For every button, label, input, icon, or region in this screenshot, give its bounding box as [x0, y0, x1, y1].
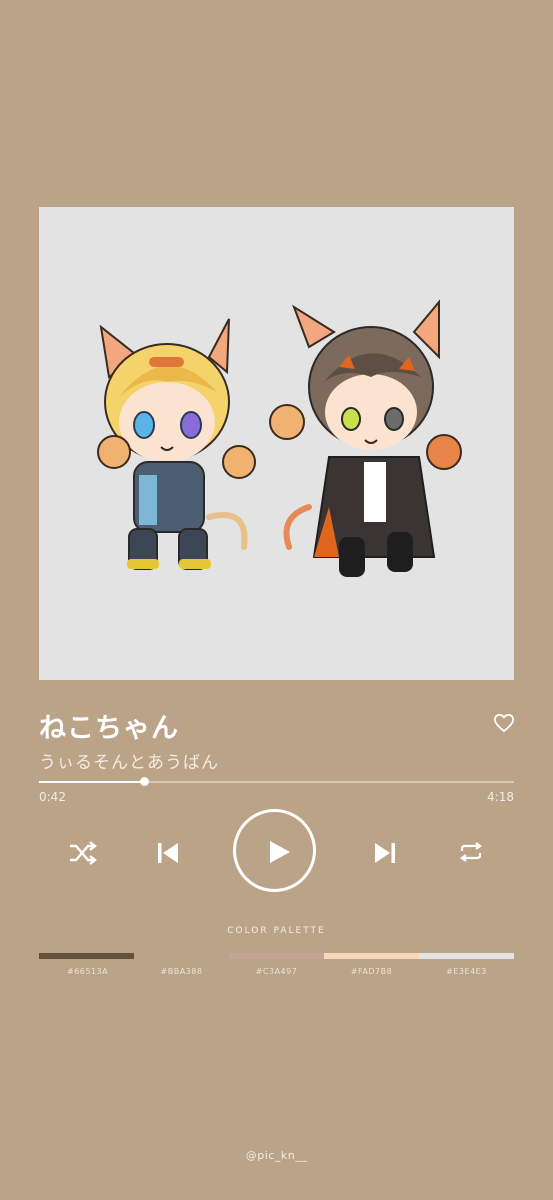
- palette-swatch-bar: [324, 953, 419, 959]
- repeat-icon[interactable]: [458, 841, 484, 863]
- palette-swatch-code: #C3A497: [255, 967, 298, 976]
- palette-swatch-bar: [229, 953, 324, 959]
- progress-bar[interactable]: [39, 777, 514, 786]
- play-icon: [270, 841, 290, 863]
- palette-swatch: #BBA388: [134, 953, 229, 976]
- palette-swatch: #66513A: [39, 953, 134, 976]
- palette-swatch-bar: [134, 953, 229, 959]
- song-title: ねこちゃん: [39, 713, 179, 744]
- credit-handle: @pic_kn__: [245, 1149, 308, 1162]
- palette-swatch: #E3E4E3: [419, 953, 514, 976]
- total-time: 4:18: [487, 790, 514, 804]
- album-artwork: [39, 207, 514, 680]
- palette-swatch-code: #E3E4E3: [446, 967, 487, 976]
- skip-next-icon[interactable]: [374, 842, 396, 864]
- palette-swatch-bar: [419, 953, 514, 959]
- heart-outline-icon[interactable]: [493, 713, 515, 733]
- palette-swatch-bar: [39, 953, 134, 959]
- palette-swatch-code: #66513A: [67, 967, 109, 976]
- palette-title: COLOR PALETTE: [227, 926, 326, 936]
- color-palette: #66513A #BBA388 #C3A497 #FAD7B8 #E3E4E3: [39, 953, 514, 976]
- progress-fill: [39, 781, 145, 783]
- palette-swatch-code: #FAD7B8: [350, 967, 393, 976]
- album-artwork-illustration: [97, 299, 462, 577]
- palette-swatch: #FAD7B8: [324, 953, 419, 976]
- play-button[interactable]: [233, 809, 316, 892]
- shuffle-icon[interactable]: [68, 840, 97, 866]
- skip-previous-icon[interactable]: [157, 842, 179, 864]
- palette-swatch-code: #BBA388: [160, 967, 203, 976]
- palette-swatch: #C3A497: [229, 953, 324, 976]
- progress-handle[interactable]: [140, 777, 150, 786]
- current-time: 0:42: [39, 790, 66, 804]
- artist-name: うぃるそんとあうばん: [39, 753, 219, 773]
